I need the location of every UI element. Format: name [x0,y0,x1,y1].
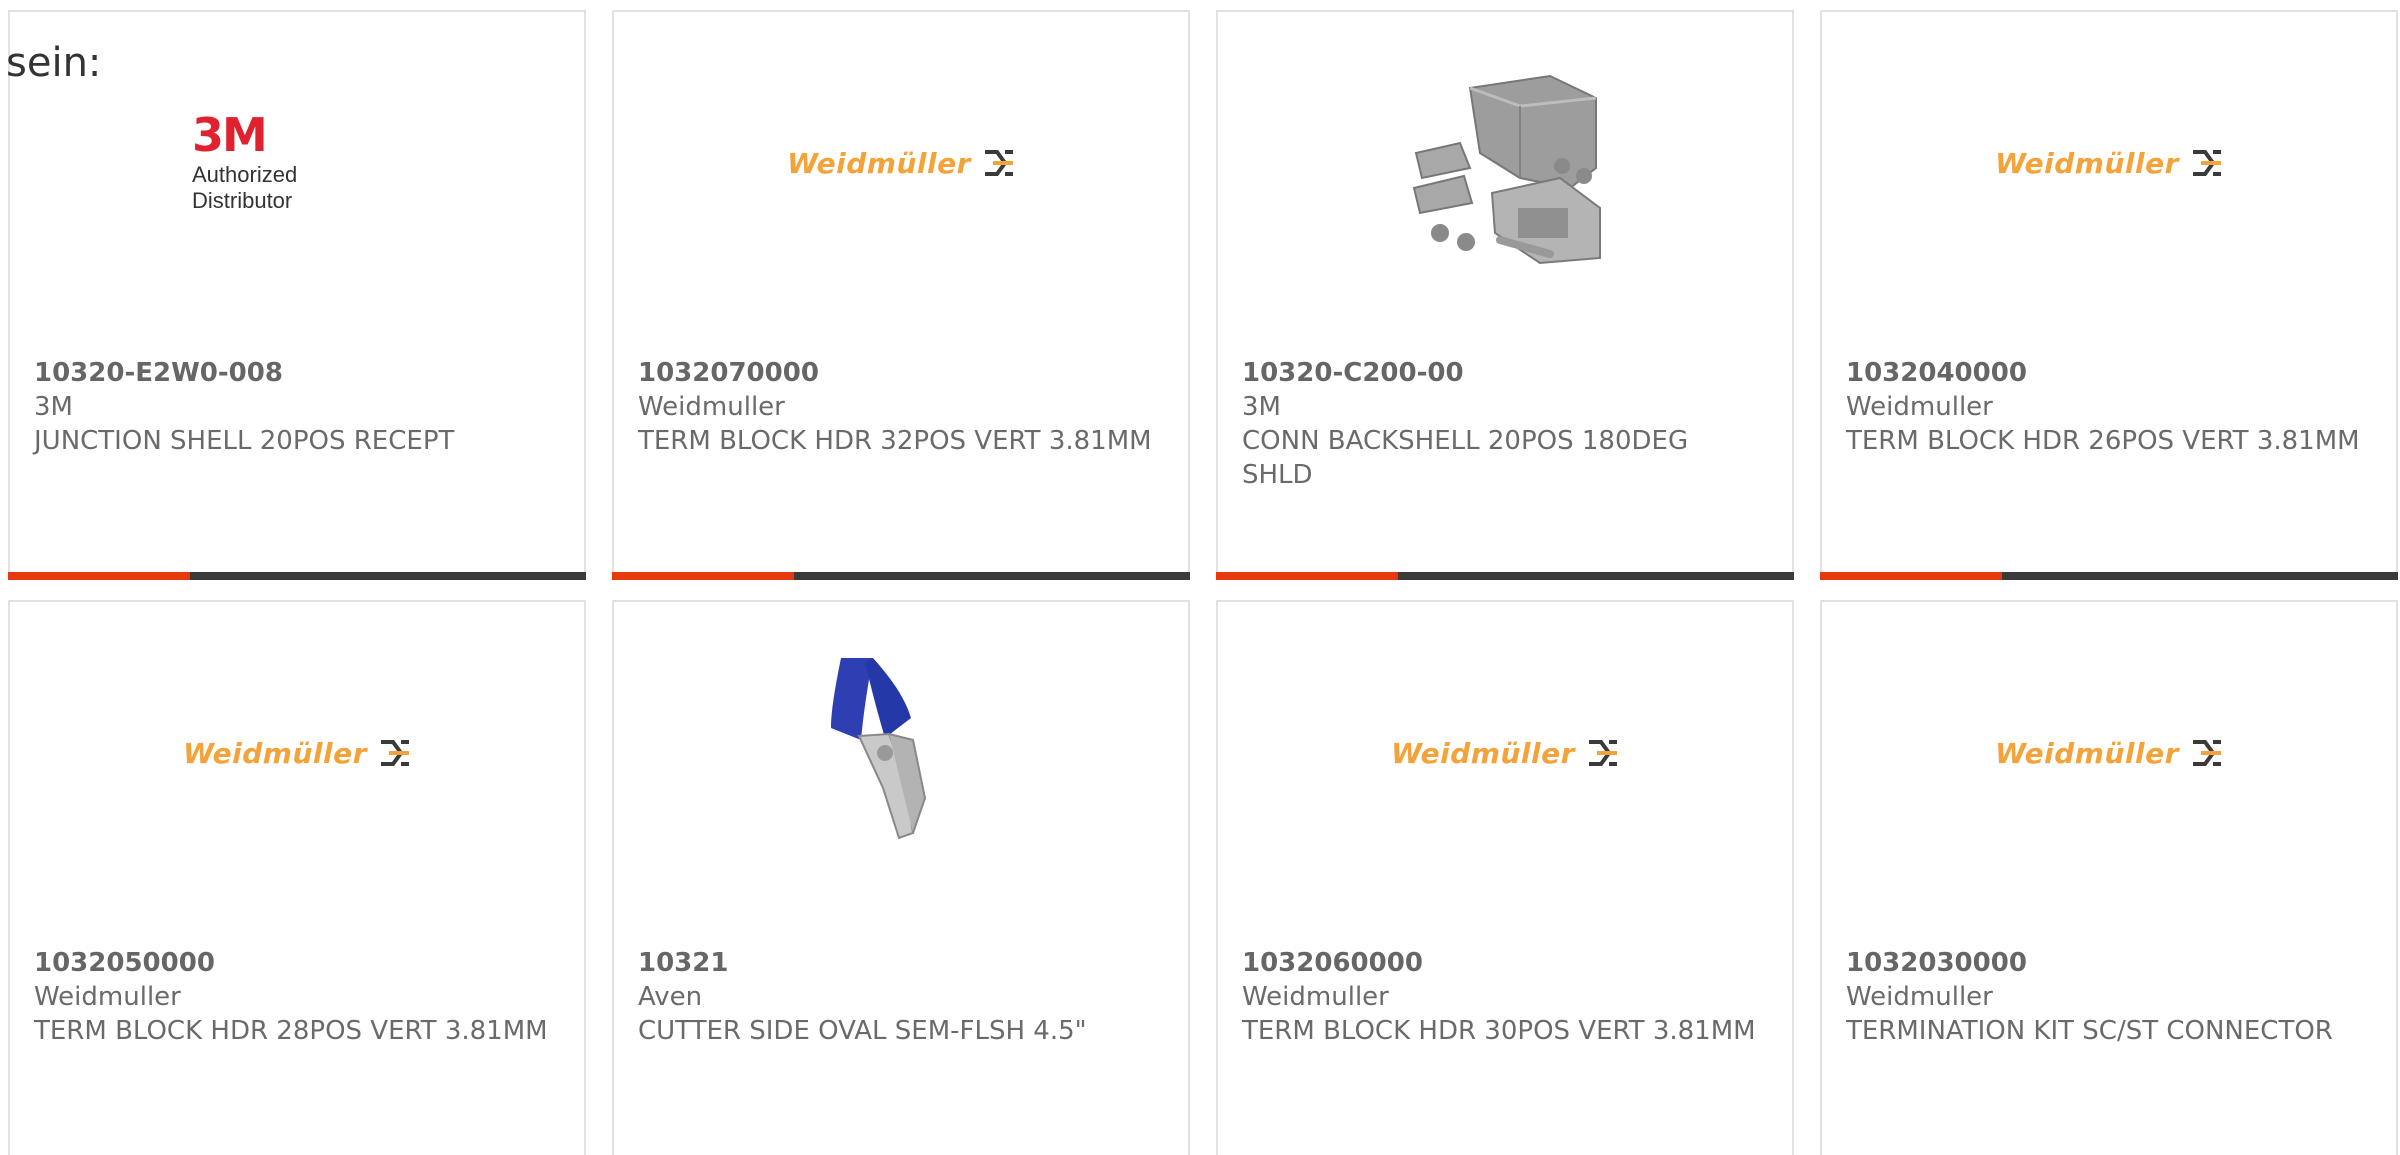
part-number[interactable]: 10321 [638,946,1158,980]
card-accent-bar [612,572,794,580]
manufacturer: Weidmuller [1242,982,1389,1012]
description: TERMINATION KIT SC/ST CONNECTOR [1846,1016,2333,1046]
manufacturer: 3M [1242,392,1281,422]
weidmuller-logo-text: Weidmüller [787,146,971,180]
part-number[interactable]: 10320-C200-00 [1242,356,1762,390]
card-accent-bar [8,572,190,580]
card-accent-bar [1216,572,1398,580]
manufacturer: Weidmuller [1846,392,1993,422]
product-card[interactable]: 10321 Aven CUTTER SIDE OVAL SEM-FLSH 4.5… [612,600,1190,1155]
3m-logo: 3M Authorized Distributor [192,112,402,214]
card-bottom-bar [612,572,1190,580]
product-card[interactable]: Weidmüller 1032060000 Weidmuller TERM BL… [1216,600,1794,1155]
product-card[interactable]: Weidmüller 1032030000 Weidmuller TERMINA… [1820,600,2398,1155]
intro-text: sein: [6,40,102,86]
weidmuller-logo: Weidmüller [1995,737,2223,770]
product-image: Weidmüller [10,648,584,858]
product-image: Weidmüller [1218,648,1792,858]
description: TERM BLOCK HDR 30POS VERT 3.81MM [1242,1016,1756,1046]
product-grid-page: sein: 3M Authorized Distributor 10320-E2… [0,0,2400,1155]
product-card[interactable]: 3M Authorized Distributor 10320-E2W0-008… [8,10,586,580]
part-number[interactable]: 1032030000 [1846,946,2366,980]
manufacturer: Weidmuller [638,392,785,422]
weidmuller-mark-icon [2192,740,2221,766]
product-card[interactable]: 10320-C200-00 3M CONN BACKSHELL 20POS 18… [1216,10,1794,580]
product-image: Weidmüller [614,58,1188,268]
weidmuller-logo-text: Weidmüller [1995,736,2179,770]
description: CONN BACKSHELL 20POS 180DEG SHLD [1242,426,1689,490]
product-card[interactable]: Weidmüller 1032050000 Weidmuller TERM BL… [8,600,586,1155]
part-number[interactable]: 1032050000 [34,946,554,980]
manufacturer: Aven [638,982,703,1012]
description: JUNCTION SHELL 20POS RECEPT [34,426,455,456]
product-card[interactable]: Weidmüller 1032070000 Weidmuller TERM BL… [612,10,1190,580]
part-number[interactable]: 10320-E2W0-008 [34,356,554,390]
product-image [1218,58,1792,268]
card-bottom-bar [1216,572,1794,580]
description: TERM BLOCK HDR 28POS VERT 3.81MM [34,1016,548,1046]
description: CUTTER SIDE OVAL SEM-FLSH 4.5" [638,1016,1087,1046]
part-number[interactable]: 1032060000 [1242,946,1762,980]
card-bottom-bar [1820,572,2398,580]
manufacturer: Weidmuller [34,982,181,1012]
3m-logo-subtitle: Authorized Distributor [192,162,298,213]
side-cutter-photo-icon [831,658,927,840]
description: TERM BLOCK HDR 26POS VERT 3.81MM [1846,426,2360,456]
weidmuller-logo-text: Weidmüller [183,736,367,770]
weidmuller-logo-text: Weidmüller [1995,146,2179,180]
description: TERM BLOCK HDR 32POS VERT 3.81MM [638,426,1152,456]
card-accent-bar [1820,572,2002,580]
weidmuller-logo: Weidmüller [183,737,411,770]
product-image: 3M Authorized Distributor [10,58,584,268]
weidmuller-mark-icon [2192,150,2221,176]
weidmuller-logo: Weidmüller [787,147,1015,180]
product-image: Weidmüller [1822,648,2396,858]
weidmuller-mark-icon [984,150,1013,176]
manufacturer: 3M [34,392,73,422]
manufacturer: Weidmuller [1846,982,1993,1012]
weidmuller-logo: Weidmüller [1391,737,1619,770]
product-image: Weidmüller [1822,58,2396,268]
part-number[interactable]: 1032070000 [638,356,1158,390]
backshell-photo-icon [1400,58,1610,268]
weidmuller-logo: Weidmüller [1995,147,2223,180]
card-bottom-bar [8,572,586,580]
part-number[interactable]: 1032040000 [1846,356,2366,390]
weidmuller-mark-icon [1588,740,1617,766]
product-image [614,648,1188,858]
weidmuller-mark-icon [380,740,409,766]
weidmuller-logo-text: Weidmüller [1391,736,1575,770]
3m-logo-mark: 3M [192,108,268,162]
product-card[interactable]: Weidmüller 1032040000 Weidmuller TERM BL… [1820,10,2398,580]
